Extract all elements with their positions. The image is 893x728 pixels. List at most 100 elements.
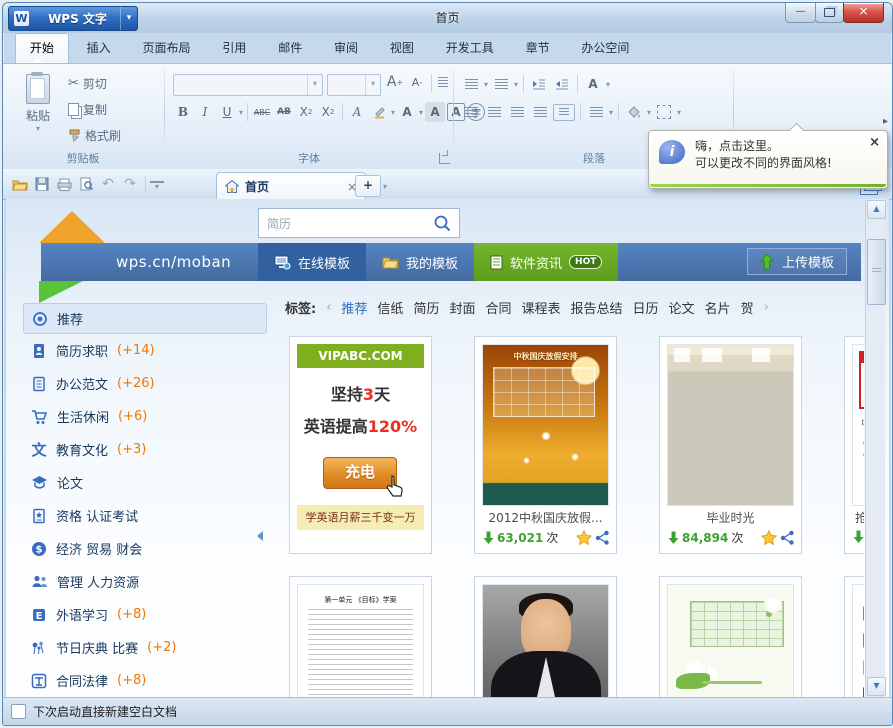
cut-button[interactable]: ✂剪切 bbox=[65, 72, 110, 94]
tab-review[interactable]: 审阅 bbox=[320, 34, 372, 63]
tag-report[interactable]: 报告总结 bbox=[571, 298, 623, 317]
tag-cover[interactable]: 封面 bbox=[449, 298, 475, 317]
tag-thesis[interactable]: 论文 bbox=[669, 298, 695, 317]
tab-references[interactable]: 引用 bbox=[208, 34, 260, 63]
tags-prev-icon[interactable]: ‹ bbox=[326, 300, 331, 315]
redo-button[interactable]: ↷ bbox=[119, 172, 141, 196]
search-icon[interactable] bbox=[433, 214, 451, 232]
borders-caret-icon[interactable]: ▾ bbox=[677, 108, 681, 117]
phonetic-a-button[interactable]: A bbox=[347, 102, 367, 122]
tab-section[interactable]: 章节 bbox=[512, 34, 564, 63]
template-card[interactable] bbox=[474, 576, 617, 697]
tag-letterhead[interactable]: 信纸 bbox=[377, 298, 403, 317]
tag-greeting[interactable]: 贺 bbox=[741, 298, 754, 317]
template-thumbnail[interactable]: 201 中国 12 bbox=[852, 344, 864, 506]
font-color-caret-icon[interactable]: ▾ bbox=[419, 108, 423, 117]
tag-resume[interactable]: 简历 bbox=[413, 298, 439, 317]
bold-button[interactable]: B bbox=[173, 102, 193, 122]
tab-home[interactable]: 开始 bbox=[15, 33, 69, 63]
favorite-star-icon[interactable] bbox=[761, 530, 777, 545]
print-button[interactable] bbox=[53, 172, 75, 196]
share-icon[interactable] bbox=[780, 530, 795, 545]
template-thumbnail[interactable] bbox=[852, 584, 864, 697]
template-card-partial[interactable]: 201 中国 12 抢火 75 bbox=[844, 336, 864, 554]
tab-page-layout[interactable]: 页面布局 bbox=[129, 34, 205, 63]
align-right-button[interactable] bbox=[507, 102, 527, 122]
tags-next-icon[interactable]: › bbox=[764, 300, 769, 315]
text-effects-caret-icon[interactable]: ▾ bbox=[606, 80, 610, 89]
highlight-button[interactable] bbox=[369, 102, 389, 122]
line-spacing-caret-icon[interactable]: ▾ bbox=[609, 108, 613, 117]
tag-contract[interactable]: 合同 bbox=[485, 298, 511, 317]
template-card-partial[interactable] bbox=[844, 576, 864, 697]
template-thumbnail[interactable] bbox=[667, 344, 794, 506]
tab-mailings[interactable]: 邮件 bbox=[264, 34, 316, 63]
template-thumbnail[interactable] bbox=[667, 584, 794, 697]
font-color-button[interactable]: A bbox=[397, 102, 417, 122]
align-left-button[interactable] bbox=[461, 102, 481, 122]
underline-caret-icon[interactable]: ▾ bbox=[239, 108, 243, 117]
copy-button[interactable]: 复制 bbox=[65, 98, 110, 120]
sidebar-item-office-docs[interactable]: 办公范文(+26) bbox=[23, 367, 267, 400]
doc-tab-homepage[interactable]: 首页 × bbox=[216, 172, 366, 200]
sidebar-item-festival[interactable]: 节日庆典 比赛(+2) bbox=[23, 631, 267, 664]
sidebar-item-recommend[interactable]: 推荐 bbox=[23, 303, 267, 334]
char-shading-button[interactable]: A bbox=[425, 102, 445, 122]
font-dialog-launcher[interactable] bbox=[439, 153, 450, 164]
template-thumbnail[interactable] bbox=[482, 584, 609, 697]
scroll-up-button[interactable]: ▲ bbox=[867, 200, 886, 219]
bullet-list-button[interactable] bbox=[461, 74, 481, 94]
tag-recommend[interactable]: 推荐 bbox=[341, 298, 367, 317]
undo-button[interactable]: ↶ bbox=[97, 172, 119, 196]
new-blank-doc-checkbox[interactable] bbox=[11, 704, 26, 719]
ad-card-vipabc[interactable]: VIPABC.COM 坚持3天 英语提高120% 充电 学英语月薪三千变一万 bbox=[289, 336, 432, 554]
template-thumbnail[interactable]: 第一单元 《目标》学案 bbox=[297, 584, 424, 697]
sidebar-collapse-icon[interactable] bbox=[257, 531, 263, 541]
sidebar-item-certification[interactable]: 资格 认证考试 bbox=[23, 499, 267, 532]
sidebar-item-hr[interactable]: 管理 人力资源 bbox=[23, 565, 267, 598]
bullet-caret-icon[interactable]: ▾ bbox=[484, 80, 488, 89]
text-effects-button[interactable]: A bbox=[583, 74, 603, 94]
shading-caret-icon[interactable]: ▾ bbox=[647, 108, 651, 117]
paste-button[interactable]: 粘贴 ▾ bbox=[15, 70, 61, 152]
new-tab-button[interactable]: + bbox=[355, 175, 381, 197]
shrink-font-button[interactable]: A- bbox=[407, 72, 427, 92]
nav-online-templates[interactable]: 在线模板 bbox=[258, 243, 366, 281]
font-name-combobox[interactable]: ▾ bbox=[173, 74, 323, 96]
shading-button[interactable] bbox=[624, 102, 644, 122]
sidebar-item-thesis[interactable]: 论文 bbox=[23, 466, 267, 499]
template-title[interactable]: 2012中秋国庆放假... bbox=[475, 509, 616, 526]
tab-office-space[interactable]: 办公空间 bbox=[567, 34, 643, 63]
justify-button[interactable] bbox=[530, 102, 550, 122]
template-thumbnail[interactable]: 中秋国庆放假安排 bbox=[482, 344, 609, 506]
sidebar-item-resume[interactable]: 简历求职(+14) bbox=[23, 334, 267, 367]
sidebar-item-lifestyle[interactable]: 生活休闲(+6) bbox=[23, 400, 267, 433]
decrease-indent-button[interactable] bbox=[529, 74, 549, 94]
tab-view[interactable]: 视图 bbox=[376, 34, 428, 63]
template-card[interactable] bbox=[659, 576, 802, 697]
tag-schedule[interactable]: 课程表 bbox=[521, 298, 560, 317]
template-title[interactable]: 毕业时光 bbox=[660, 509, 801, 526]
sidebar-item-finance[interactable]: $ 经济 贸易 财会 bbox=[23, 532, 267, 565]
tab-insert[interactable]: 插入 bbox=[73, 34, 125, 63]
tag-calendar[interactable]: 日历 bbox=[633, 298, 659, 317]
italic-button[interactable]: I bbox=[195, 102, 215, 122]
tag-business-card[interactable]: 名片 bbox=[705, 298, 731, 317]
nav-software-news[interactable]: 软件资讯 HOT bbox=[474, 243, 618, 281]
nav-my-templates[interactable]: 我的模板 bbox=[366, 243, 474, 281]
sidebar-item-language[interactable]: E 外语学习(+8) bbox=[23, 598, 267, 631]
sidebar-item-education[interactable]: 文 教育文化(+3) bbox=[23, 433, 267, 466]
strikethrough-button[interactable]: ABC bbox=[252, 102, 272, 122]
vertical-scrollbar[interactable]: ▲ ▼ bbox=[865, 199, 885, 697]
ribbon-scroll-right[interactable]: ▸ bbox=[883, 116, 888, 127]
restore-button[interactable] bbox=[815, 3, 844, 23]
grow-font-button[interactable]: A+ bbox=[385, 72, 405, 92]
upload-template-button[interactable]: 上传模板 bbox=[747, 248, 847, 275]
superscript-button[interactable]: X2 bbox=[318, 102, 338, 122]
search-box[interactable]: 简历 bbox=[258, 208, 460, 238]
customize-toolbar-caret-icon[interactable]: ▾ bbox=[150, 181, 164, 191]
underline-button[interactable]: U bbox=[217, 102, 237, 122]
font-size-combobox[interactable]: ▾ bbox=[327, 74, 381, 96]
increase-indent-button[interactable] bbox=[552, 74, 572, 94]
double-strike-button[interactable]: AB bbox=[274, 102, 294, 122]
